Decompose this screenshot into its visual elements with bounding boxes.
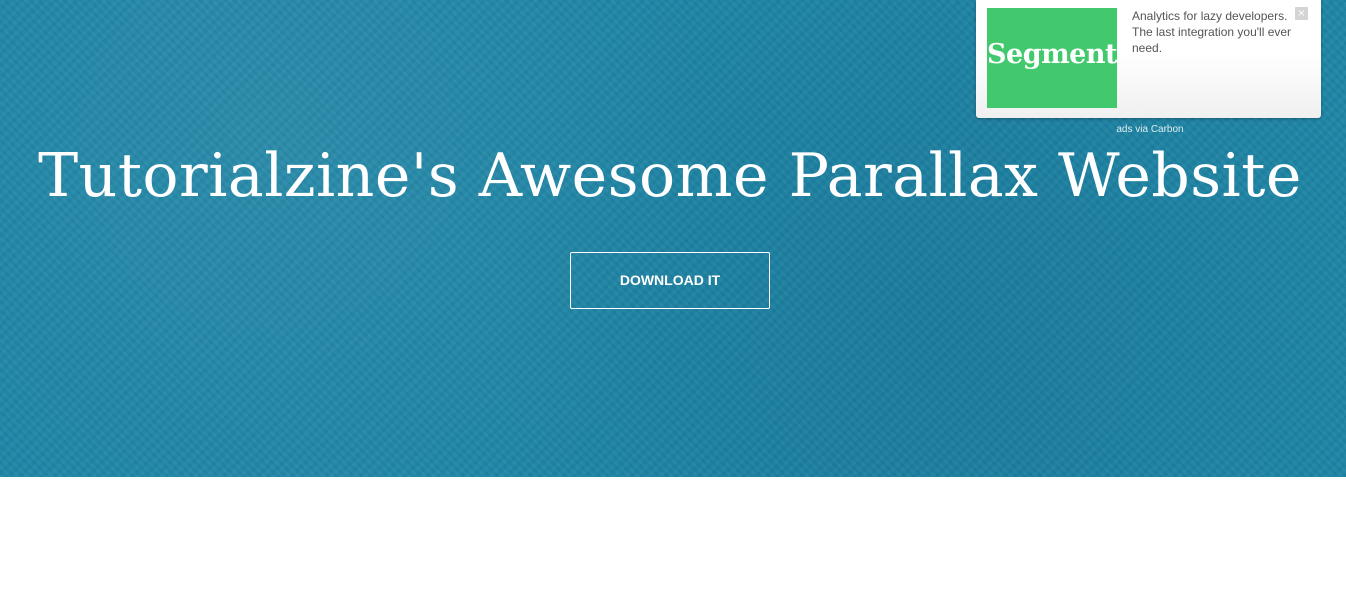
ad-text[interactable]: Analytics for lazy developers. The last …: [1132, 8, 1302, 56]
close-icon[interactable]: ×: [1295, 7, 1308, 20]
carbon-ad: Segment Analytics for lazy developers. T…: [976, 0, 1321, 118]
ad-logo[interactable]: Segment: [987, 8, 1117, 108]
ads-via-carbon-link[interactable]: ads via Carbon: [1100, 123, 1200, 137]
download-button[interactable]: DOWNLOAD IT: [570, 252, 770, 309]
ad-logo-text: Segment: [987, 39, 1117, 70]
content-section: [0, 477, 1346, 615]
page-title: Tutorialzine's Awesome Parallax Website: [38, 141, 1302, 211]
